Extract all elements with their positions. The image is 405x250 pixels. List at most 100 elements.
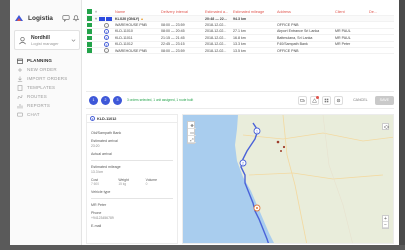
nav-item-label: CHAT	[27, 112, 40, 117]
pan-tool-icon[interactable]: ✥	[188, 122, 196, 129]
table-header: ˄ Name Delivery interval Estimated a... …	[86, 8, 394, 16]
order-details-panel: 3 KLD-11012 Old/Sampath Bank Estimated a…	[86, 114, 178, 244]
group-name: KLX20 (ONLY)	[115, 16, 140, 21]
column-header-more[interactable]: De...	[369, 10, 389, 14]
stop-pin-icon: 2	[104, 35, 109, 41]
expand-all-toggle[interactable]: ˄	[93, 9, 99, 14]
phone-value: +94123456789	[91, 216, 114, 220]
row-checkbox[interactable]	[87, 29, 92, 34]
page-button-3[interactable]: 3	[113, 95, 122, 105]
cell-name: KLD-11012	[115, 42, 133, 47]
estimated-arrival-label: Estimated arrival	[91, 139, 118, 143]
client-name: MR Peter	[91, 203, 107, 207]
truck-icon	[300, 98, 305, 102]
chevron-down-icon[interactable]	[71, 38, 76, 43]
row-checkbox[interactable]	[87, 35, 92, 41]
city-marker	[280, 150, 282, 152]
estimated-mileage-label: Estimated mileage	[91, 165, 121, 169]
nav-item-chat[interactable]: CHAT	[14, 110, 80, 119]
row-checkbox[interactable]	[87, 48, 92, 53]
page-button-2[interactable]: 2	[101, 95, 110, 105]
details-header: 3 KLD-11012	[87, 115, 177, 123]
volume-value: 0	[145, 182, 148, 186]
phone-label: Phone	[91, 211, 102, 215]
app-window: Logistia Nordhill Logist manager PLANNIN…	[0, 0, 405, 250]
nav-item-import-orders[interactable]: IMPORT ORDERS	[14, 74, 80, 83]
cell-mileage: 16.8 km	[233, 35, 246, 40]
cell-mileage: 94.3 km	[233, 16, 247, 21]
details-title: KLD-11012	[97, 116, 117, 121]
grid-view-button[interactable]	[322, 95, 332, 105]
bell-icon[interactable]	[72, 14, 80, 22]
zoom-out-button[interactable]: −	[383, 222, 388, 228]
nav-section-planning[interactable]: PLANNING	[14, 56, 80, 65]
route-table: ˄ Name Delivery interval Estimated a... …	[86, 8, 394, 55]
cell-interval: 08:00 — 20:45	[161, 29, 185, 34]
stop-pin-icon: 1	[104, 28, 109, 34]
vehicle-color-tag	[106, 16, 112, 21]
cell-address: OFFICE PNB	[277, 23, 299, 28]
map-tools: ✥ ▭ ⤢	[187, 121, 196, 144]
vehicle-type-field[interactable]	[91, 194, 173, 199]
notification-badge	[316, 95, 320, 99]
column-header-address[interactable]: Address	[277, 10, 335, 14]
warnings-button[interactable]	[310, 95, 320, 105]
user-card[interactable]: Nordhill Logist manager	[14, 30, 80, 50]
route-stop-label-1: 1	[256, 129, 258, 133]
column-header-name[interactable]: Name	[115, 10, 161, 14]
chat-icon[interactable]	[62, 14, 70, 22]
cell-interval: 21:15 — 21:45	[161, 35, 185, 40]
cell-client: MR PAUL	[335, 35, 351, 40]
cell-name: KLD-11011	[115, 35, 133, 40]
nav-item-templates[interactable]: TEMPLATES	[14, 83, 80, 92]
cell-arrival: 20:48 — 22...	[205, 16, 227, 21]
grid-icon	[324, 98, 329, 102]
column-header-arrival[interactable]: Estimated a...	[205, 10, 233, 14]
estimated-arrival-value: 23:20	[91, 144, 100, 148]
select-all-checkbox[interactable]	[87, 9, 92, 14]
row-checkbox[interactable]	[87, 16, 92, 21]
cargo-stats: Cost 7 600 Weight 15 kg Volume 0	[91, 178, 173, 186]
save-button[interactable]: SAVE	[374, 95, 394, 105]
assign-vehicle-button[interactable]	[298, 95, 308, 105]
route-map[interactable]: 1 2 ✥ ▭ ⤢ + −	[182, 114, 394, 244]
nav-item-new-order[interactable]: NEW ORDER	[14, 65, 80, 74]
column-header-interval[interactable]: Delivery interval	[161, 10, 205, 14]
cell-interval: 08:00 — 23:59	[161, 23, 185, 28]
page-button-1[interactable]: 1	[89, 95, 98, 105]
cell-name: WAREHOUSE PNB	[115, 23, 147, 28]
user-role: Logist manager	[31, 40, 59, 46]
cell-arrival: 2018-12-02...	[205, 42, 227, 47]
map-canvas[interactable]: 1 2	[183, 115, 394, 244]
column-header-client[interactable]: Client	[335, 10, 369, 14]
warning-icon: ▲	[140, 16, 144, 21]
actual-arrival-field[interactable]	[91, 156, 173, 161]
row-checkbox[interactable]	[87, 22, 92, 28]
settings-button[interactable]	[334, 95, 344, 105]
cancel-button[interactable]: CANCEL	[349, 96, 372, 105]
details-address: Old/Sampath Bank	[91, 131, 122, 135]
fullscreen-icon[interactable]: ⤢	[188, 136, 196, 143]
select-tool-icon[interactable]: ▭	[188, 129, 196, 136]
nav-item-routes[interactable]: ROUTES	[14, 92, 80, 101]
nav-item-reports[interactable]: REPORTS	[14, 101, 80, 110]
nav-item-label: NEW ORDER	[27, 67, 57, 72]
cell-mileage: 13.5 km	[233, 48, 246, 53]
city-marker	[282, 145, 286, 149]
layers-button[interactable]	[382, 123, 390, 130]
cell-arrival: 2018-12-02...	[205, 35, 227, 40]
table-row[interactable]: ⌂ WAREHOUSE PNB 08:00 — 23:59 2018-12-02…	[86, 48, 394, 55]
route-toolbar: 1 2 3 3 orders selected, 1 unit assigned…	[86, 91, 394, 109]
sidebar: Logistia Nordhill Logist manager PLANNIN…	[10, 0, 82, 245]
column-header-mileage[interactable]: Estimated mileage	[233, 10, 277, 14]
warehouse-marker-center	[256, 207, 258, 209]
stop-pin-icon: 3	[104, 41, 109, 47]
weight-value: 15 kg	[118, 182, 127, 186]
row-checkbox[interactable]	[87, 42, 92, 47]
nav-item-label: REPORTS	[27, 103, 51, 108]
nav-item-label: TEMPLATES	[27, 85, 56, 90]
cell-arrival: 2018-12-02...	[205, 48, 227, 53]
warehouse-pin-icon: ⌂	[104, 48, 109, 54]
selection-summary: 3 orders selected, 1 unit assigned, 1 ro…	[127, 98, 194, 102]
cell-interval: 22:45 — 23:15	[161, 42, 185, 47]
